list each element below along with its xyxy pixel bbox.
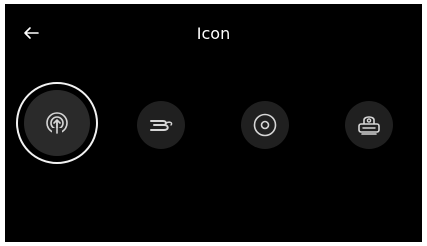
set-top-box-icon (358, 116, 380, 135)
icon-options (5, 4, 422, 242)
icon-option-blu-ray[interactable] (137, 101, 185, 149)
screen: Icon (5, 4, 422, 242)
antenna-signal-icon (46, 112, 68, 134)
blu-ray-icon (150, 120, 173, 131)
icon-option-antenna-tile (24, 90, 90, 156)
icon-option-antenna[interactable] (16, 82, 98, 164)
icon-option-set-top-box[interactable] (345, 101, 393, 149)
disc-icon (253, 113, 277, 137)
icon-option-disc[interactable] (241, 101, 289, 149)
